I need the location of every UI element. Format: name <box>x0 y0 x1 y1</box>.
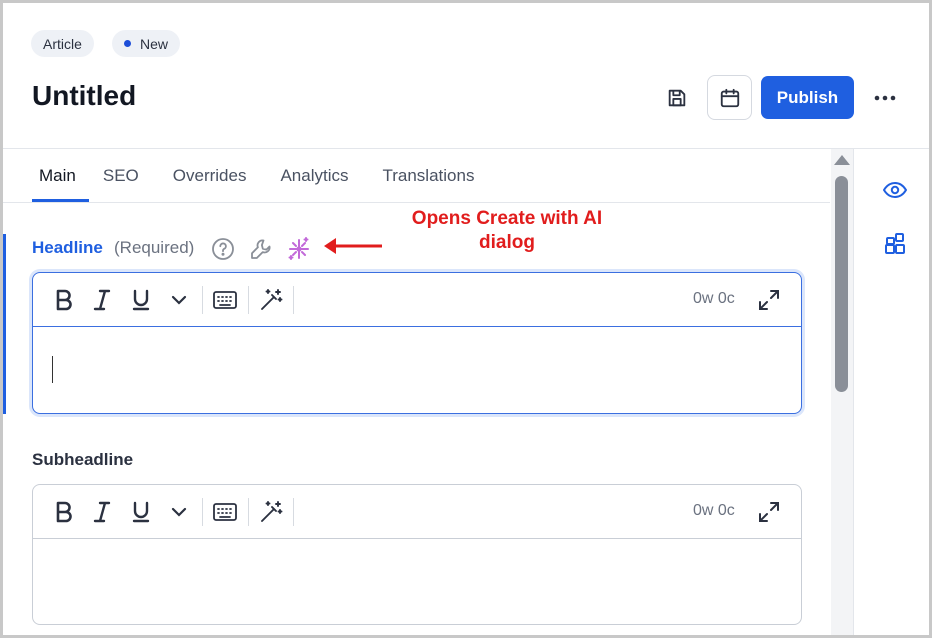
italic-icon <box>93 501 111 523</box>
underline-icon <box>132 501 150 523</box>
schedule-button[interactable] <box>707 75 752 120</box>
scroll-up-arrow[interactable] <box>834 155 850 165</box>
ai-assist-button[interactable] <box>257 498 285 526</box>
ai-sparkle-icon <box>288 237 309 260</box>
focus-indicator <box>3 234 6 414</box>
eye-icon <box>883 181 907 199</box>
expand-button[interactable] <box>755 498 783 526</box>
expand-icon <box>759 502 779 522</box>
content-type-label: Article <box>43 35 82 52</box>
annotation-callout: Opens Create with AI dialog <box>388 207 626 255</box>
rail-divider <box>853 149 854 635</box>
field-settings-button[interactable] <box>248 236 274 262</box>
toolbar-separator <box>248 498 249 526</box>
bold-button[interactable] <box>50 498 78 526</box>
scrollbar-thumb[interactable] <box>835 176 848 392</box>
chevron-down-icon <box>171 295 187 305</box>
underline-button[interactable] <box>127 286 155 314</box>
annotation-line-2: dialog <box>479 232 535 253</box>
tab-translations[interactable]: Translations <box>382 149 474 202</box>
headline-label: Headline <box>32 238 103 257</box>
status-label: New <box>140 35 169 52</box>
page-title[interactable]: Untitled <box>32 80 136 112</box>
keyboard-icon <box>213 503 237 521</box>
italic-icon <box>93 289 111 311</box>
preview-button[interactable] <box>881 176 909 204</box>
tab-main[interactable]: Main <box>32 149 89 202</box>
toolbar-separator <box>202 286 203 314</box>
status-dot <box>124 40 131 47</box>
tab-seo[interactable]: SEO <box>103 149 139 202</box>
more-icon <box>874 95 896 101</box>
subheadline-toolbar: 0w 0c <box>33 485 801 539</box>
underline-icon <box>132 289 150 311</box>
more-options-button[interactable] <box>870 84 900 112</box>
subheadline-editor[interactable]: 0w 0c <box>32 484 802 625</box>
status-badge: New <box>112 30 181 57</box>
keyboard-icon <box>213 291 237 309</box>
text-caret <box>52 356 53 383</box>
annotation-line-1: Opens Create with AI <box>411 208 603 229</box>
chevron-down-icon <box>171 507 187 517</box>
toolbar-separator <box>248 286 249 314</box>
calendar-icon <box>720 88 739 107</box>
expand-button[interactable] <box>755 286 783 314</box>
expand-icon <box>759 290 779 310</box>
bold-button[interactable] <box>50 286 78 314</box>
subheadline-label: Subheadline <box>32 450 134 469</box>
italic-button[interactable] <box>88 286 116 314</box>
bold-icon <box>56 289 72 311</box>
magic-wand-icon <box>261 501 283 522</box>
word-char-count: 0w 0c <box>693 290 735 307</box>
italic-button[interactable] <box>88 498 116 526</box>
special-characters-button[interactable] <box>211 498 239 526</box>
toolbar-separator <box>293 286 294 314</box>
toolbar-separator <box>202 498 203 526</box>
create-with-ai-button[interactable] <box>286 236 312 262</box>
publish-button[interactable]: Publish <box>761 76 854 119</box>
tab-overrides[interactable]: Overrides <box>173 149 247 202</box>
help-icon <box>212 238 234 260</box>
widgets-button[interactable] <box>881 230 909 258</box>
special-characters-button[interactable] <box>211 286 239 314</box>
bold-icon <box>56 501 72 523</box>
wrench-icon <box>251 239 271 259</box>
widgets-icon <box>885 233 905 254</box>
content-type-chip: Article <box>31 30 94 57</box>
headline-toolbar: 0w 0c <box>33 273 801 327</box>
magic-wand-icon <box>261 289 283 310</box>
ai-assist-button[interactable] <box>257 286 285 314</box>
headline-editor[interactable]: 0w 0c <box>32 272 802 414</box>
tab-bar: Main SEO Overrides Analytics Translation… <box>32 149 508 202</box>
help-button[interactable] <box>210 236 236 262</box>
more-formatting-dropdown[interactable] <box>165 498 193 526</box>
toolbar-separator <box>293 498 294 526</box>
required-label: (Required) <box>114 238 195 257</box>
tabs-divider <box>3 202 830 203</box>
word-char-count: 0w 0c <box>693 502 735 519</box>
save-icon <box>668 89 686 107</box>
more-formatting-dropdown[interactable] <box>165 286 193 314</box>
underline-button[interactable] <box>127 498 155 526</box>
save-button[interactable] <box>660 81 694 115</box>
annotation-arrow-icon <box>324 238 382 254</box>
tab-analytics[interactable]: Analytics <box>280 149 348 202</box>
